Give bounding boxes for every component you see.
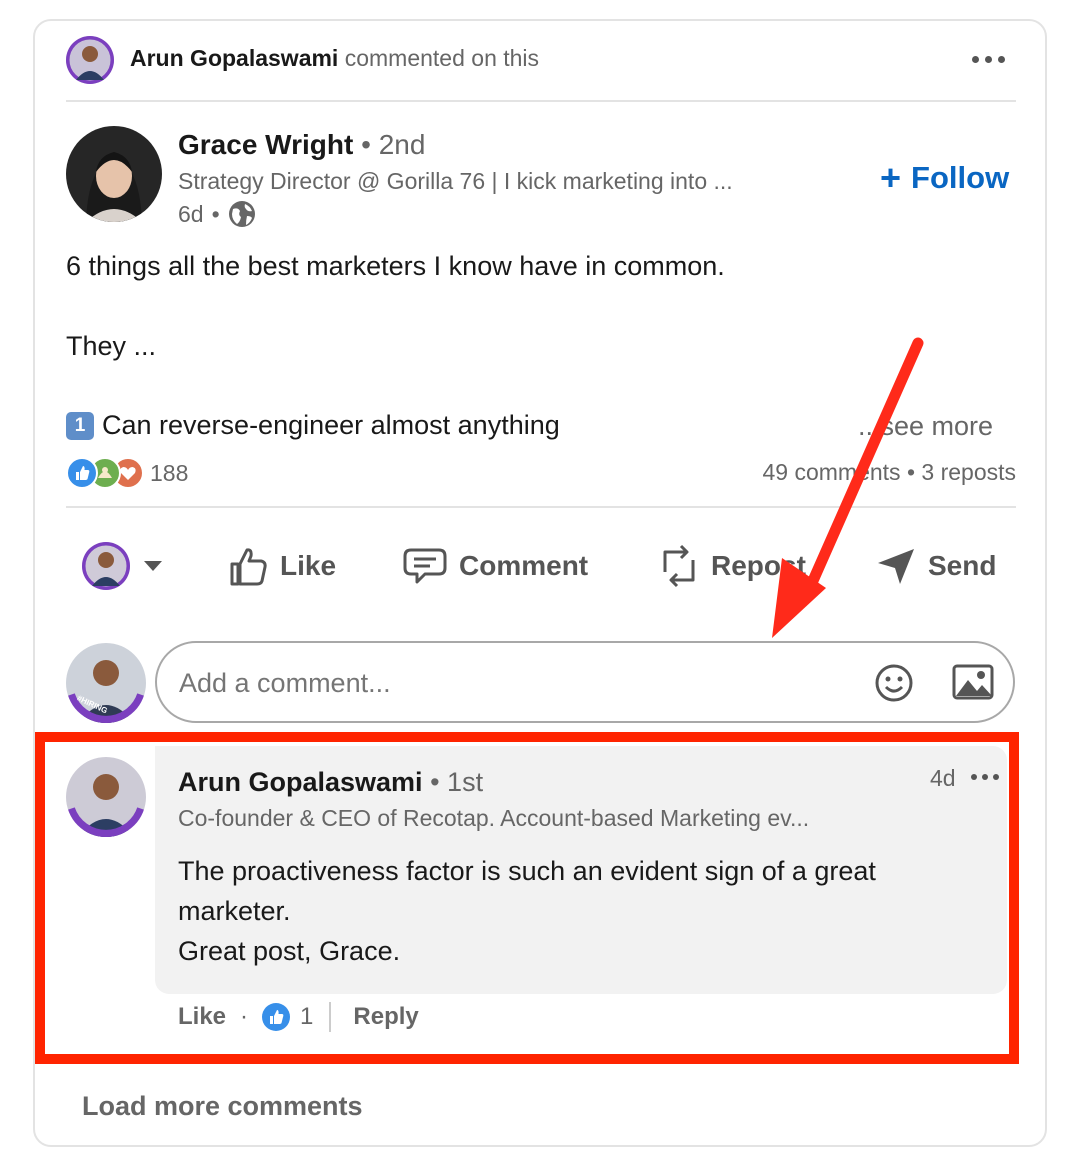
author-degree: 2nd	[378, 129, 426, 160]
post-body-text-3: Can reverse-engineer almost anything	[102, 410, 560, 440]
author-headline: Strategy Director @ Gorilla 76 | I kick …	[178, 168, 733, 194]
author-avatar[interactable]	[66, 126, 162, 222]
reactions-summary[interactable]: 188	[66, 457, 188, 489]
comment-input[interactable]	[177, 663, 861, 703]
meta-separator: •	[211, 200, 220, 227]
comment-button[interactable]: Comment	[403, 546, 588, 586]
activity-line: Arun Gopalaswami commented on this	[130, 45, 539, 72]
load-more-comments-button[interactable]: Load more comments	[82, 1091, 363, 1122]
highlight-box	[35, 732, 1019, 1064]
actor-name[interactable]: Arun Gopalaswami	[130, 45, 338, 71]
thumbs-up-icon	[228, 544, 268, 588]
post-body-line-3: 1 Can reverse-engineer almost anything	[66, 410, 560, 441]
image-icon[interactable]	[952, 664, 994, 700]
repost-icon	[659, 542, 699, 590]
post-menu-icon[interactable]	[972, 56, 1005, 63]
like-label: Like	[280, 550, 337, 581]
like-button[interactable]: Like	[228, 544, 336, 588]
like-reaction-icon	[66, 457, 98, 489]
plus-icon: +	[880, 157, 902, 198]
identity-avatar	[82, 542, 130, 590]
header-divider	[66, 100, 1016, 102]
author-line: Grace Wright • 2nd	[178, 129, 425, 161]
post-meta: 6d •	[178, 200, 256, 228]
globe-icon	[228, 200, 256, 228]
caret-down-icon	[144, 561, 162, 571]
author-name[interactable]: Grace Wright	[178, 129, 353, 160]
actor-action: commented on this	[344, 45, 540, 71]
reactions-count: 188	[150, 459, 189, 486]
degree-separator: •	[361, 129, 379, 160]
post-body-line-1: 6 things all the best marketers I know h…	[66, 251, 725, 281]
actor-avatar[interactable]	[66, 36, 114, 84]
follow-label: Follow	[911, 160, 1010, 195]
keycap-one-icon: 1	[66, 411, 94, 440]
post-time: 6d	[178, 200, 204, 227]
follow-button[interactable]: + Follow	[880, 160, 1009, 196]
post-body-line-2: They ...	[66, 331, 157, 361]
annotation-arrow	[772, 337, 924, 638]
identity-switcher[interactable]	[82, 542, 162, 590]
comment-label: Comment	[459, 550, 589, 581]
speech-bubble-icon	[403, 546, 447, 586]
emoji-icon[interactable]	[874, 663, 914, 703]
